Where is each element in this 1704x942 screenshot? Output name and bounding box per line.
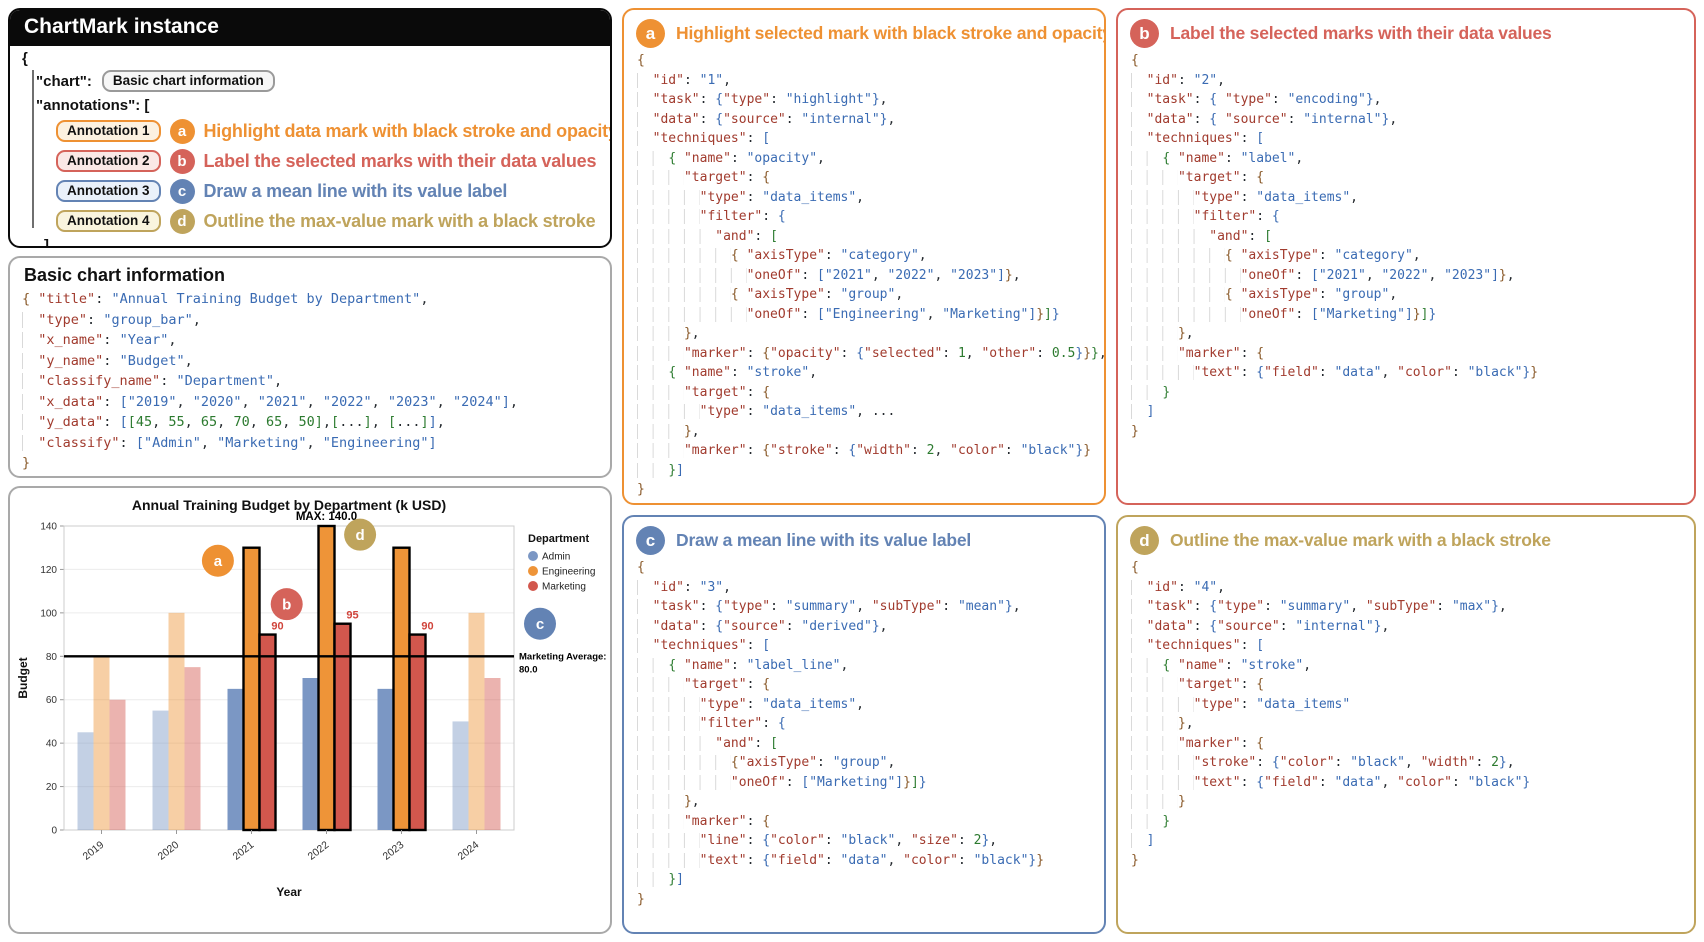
chart-key-label: "chart": bbox=[36, 73, 92, 90]
chartmark-instance-header: ChartMark instance bbox=[10, 10, 610, 46]
panel-a-header: a Highlight selected mark with black str… bbox=[624, 10, 1104, 50]
svg-text:80: 80 bbox=[46, 652, 58, 663]
indent-guide-line bbox=[32, 70, 34, 228]
basic-chart-information-panel: Basic chart information { "title": "Annu… bbox=[8, 256, 612, 478]
panel-c-mean-line: c Draw a mean line with its value label … bbox=[622, 515, 1106, 934]
svg-text:a: a bbox=[214, 553, 223, 570]
chart-key-row: "chart": Basic chart information bbox=[36, 70, 598, 92]
annotation-row-4: Annotation 4 d Outline the max-value mar… bbox=[56, 207, 598, 235]
chartmark-instance-title: ChartMark instance bbox=[24, 15, 219, 38]
svg-text:Annual Training Budget by Depa: Annual Training Budget by Department (k … bbox=[132, 497, 446, 513]
right-column: b Label the selected marks with their da… bbox=[1116, 8, 1696, 934]
json-open-brace: { bbox=[22, 50, 598, 67]
svg-text:60: 60 bbox=[46, 695, 58, 706]
panel-d-title: Outline the max-value mark with a black … bbox=[1170, 530, 1551, 551]
svg-text:Budget: Budget bbox=[16, 657, 30, 698]
svg-text:0: 0 bbox=[51, 826, 57, 837]
chart-panel: Annual Training Budget by Department (k … bbox=[8, 486, 612, 934]
svg-text:2019: 2019 bbox=[81, 839, 107, 863]
svg-text:90: 90 bbox=[271, 621, 283, 633]
json-close-bracket: ] bbox=[44, 237, 598, 248]
svg-text:140: 140 bbox=[40, 522, 57, 533]
svg-text:40: 40 bbox=[46, 739, 58, 750]
middle-column: a Highlight selected mark with black str… bbox=[622, 8, 1106, 934]
badge-b-icon: b bbox=[1130, 19, 1159, 48]
svg-text:2022: 2022 bbox=[306, 839, 332, 863]
panel-d-header: d Outline the max-value mark with a blac… bbox=[1118, 517, 1694, 557]
svg-text:120: 120 bbox=[40, 565, 57, 576]
panel-a-code: { "id": "1", "task": {"type": "highlight… bbox=[624, 50, 1104, 504]
panel-b-title: Label the selected marks with their data… bbox=[1170, 23, 1552, 44]
badge-c-icon: c bbox=[170, 179, 195, 204]
annotation-row-2: Annotation 2 b Label the selected marks … bbox=[56, 147, 598, 175]
basic-chart-information-code: { "title": "Annual Training Budget by De… bbox=[22, 289, 598, 474]
chartmark-instance-panel: ChartMark instance { "chart": Basic char… bbox=[8, 8, 612, 248]
svg-text:Department: Department bbox=[528, 533, 589, 545]
badge-a-icon: a bbox=[636, 19, 665, 48]
figure-root: ChartMark instance { "chart": Basic char… bbox=[0, 0, 1704, 942]
annotation-1-text: Highlight data mark with black stroke an… bbox=[204, 121, 613, 142]
chartmark-instance-body: { "chart": Basic chart information "anno… bbox=[10, 46, 610, 248]
panel-a-highlight: a Highlight selected mark with black str… bbox=[622, 8, 1106, 505]
badge-a-icon: a bbox=[170, 119, 195, 144]
annotation-1-pill: Annotation 1 bbox=[56, 120, 161, 142]
svg-text:2020: 2020 bbox=[156, 839, 182, 863]
svg-text:100: 100 bbox=[40, 608, 57, 619]
svg-text:Admin: Admin bbox=[542, 552, 570, 563]
annotation-3-text: Draw a mean line with its value label bbox=[204, 181, 508, 202]
svg-text:Marketing Average:: Marketing Average: bbox=[519, 651, 606, 662]
annotation-2-text: Label the selected marks with their data… bbox=[204, 151, 597, 172]
panel-c-title: Draw a mean line with its value label bbox=[676, 530, 971, 551]
svg-text:MAX: 140.0: MAX: 140.0 bbox=[296, 511, 357, 523]
panel-b-code: { "id": "2", "task": { "type": "encoding… bbox=[1118, 50, 1694, 445]
panel-a-title: Highlight selected mark with black strok… bbox=[676, 23, 1106, 44]
chart-svg: Annual Training Budget by Department (k … bbox=[16, 492, 608, 930]
svg-text:2021: 2021 bbox=[231, 839, 257, 863]
svg-text:20: 20 bbox=[46, 782, 58, 793]
badge-d-icon: d bbox=[170, 209, 195, 234]
svg-text:2024: 2024 bbox=[456, 839, 482, 863]
svg-text:Engineering: Engineering bbox=[542, 567, 595, 578]
annotations-key-label: "annotations": [ bbox=[36, 97, 598, 114]
badge-c-icon: c bbox=[636, 526, 665, 555]
basic-chart-information-pill: Basic chart information bbox=[102, 70, 275, 92]
annotation-row-3: Annotation 3 c Draw a mean line with its… bbox=[56, 177, 598, 205]
panel-d-code: { "id": "4", "task": {"type": "summary",… bbox=[1118, 557, 1694, 874]
annotation-row-1: Annotation 1 a Highlight data mark with … bbox=[56, 117, 598, 145]
badge-b-icon: b bbox=[170, 149, 195, 174]
panel-c-header: c Draw a mean line with its value label bbox=[624, 517, 1104, 557]
svg-text:d: d bbox=[356, 527, 365, 544]
annotation-4-text: Outline the max-value mark with a black … bbox=[204, 211, 596, 232]
svg-text:80.0: 80.0 bbox=[519, 664, 538, 675]
svg-text:2023: 2023 bbox=[381, 839, 407, 863]
panel-b-label-values: b Label the selected marks with their da… bbox=[1116, 8, 1696, 505]
svg-text:c: c bbox=[536, 616, 544, 633]
annotation-4-pill: Annotation 4 bbox=[56, 210, 161, 232]
annotation-2-pill: Annotation 2 bbox=[56, 150, 161, 172]
svg-text:Marketing: Marketing bbox=[542, 582, 586, 593]
svg-text:90: 90 bbox=[421, 621, 433, 633]
basic-chart-information-title: Basic chart information bbox=[24, 265, 598, 286]
left-column: ChartMark instance { "chart": Basic char… bbox=[8, 8, 612, 934]
svg-text:b: b bbox=[282, 597, 291, 614]
panel-b-header: b Label the selected marks with their da… bbox=[1118, 10, 1694, 50]
badge-d-icon: d bbox=[1130, 526, 1159, 555]
panel-d-max-outline: d Outline the max-value mark with a blac… bbox=[1116, 515, 1696, 934]
svg-text:95: 95 bbox=[346, 610, 358, 622]
annotation-3-pill: Annotation 3 bbox=[56, 180, 161, 202]
svg-text:Year: Year bbox=[276, 885, 302, 899]
panel-c-code: { "id": "3", "task": {"type": "summary",… bbox=[624, 557, 1104, 913]
